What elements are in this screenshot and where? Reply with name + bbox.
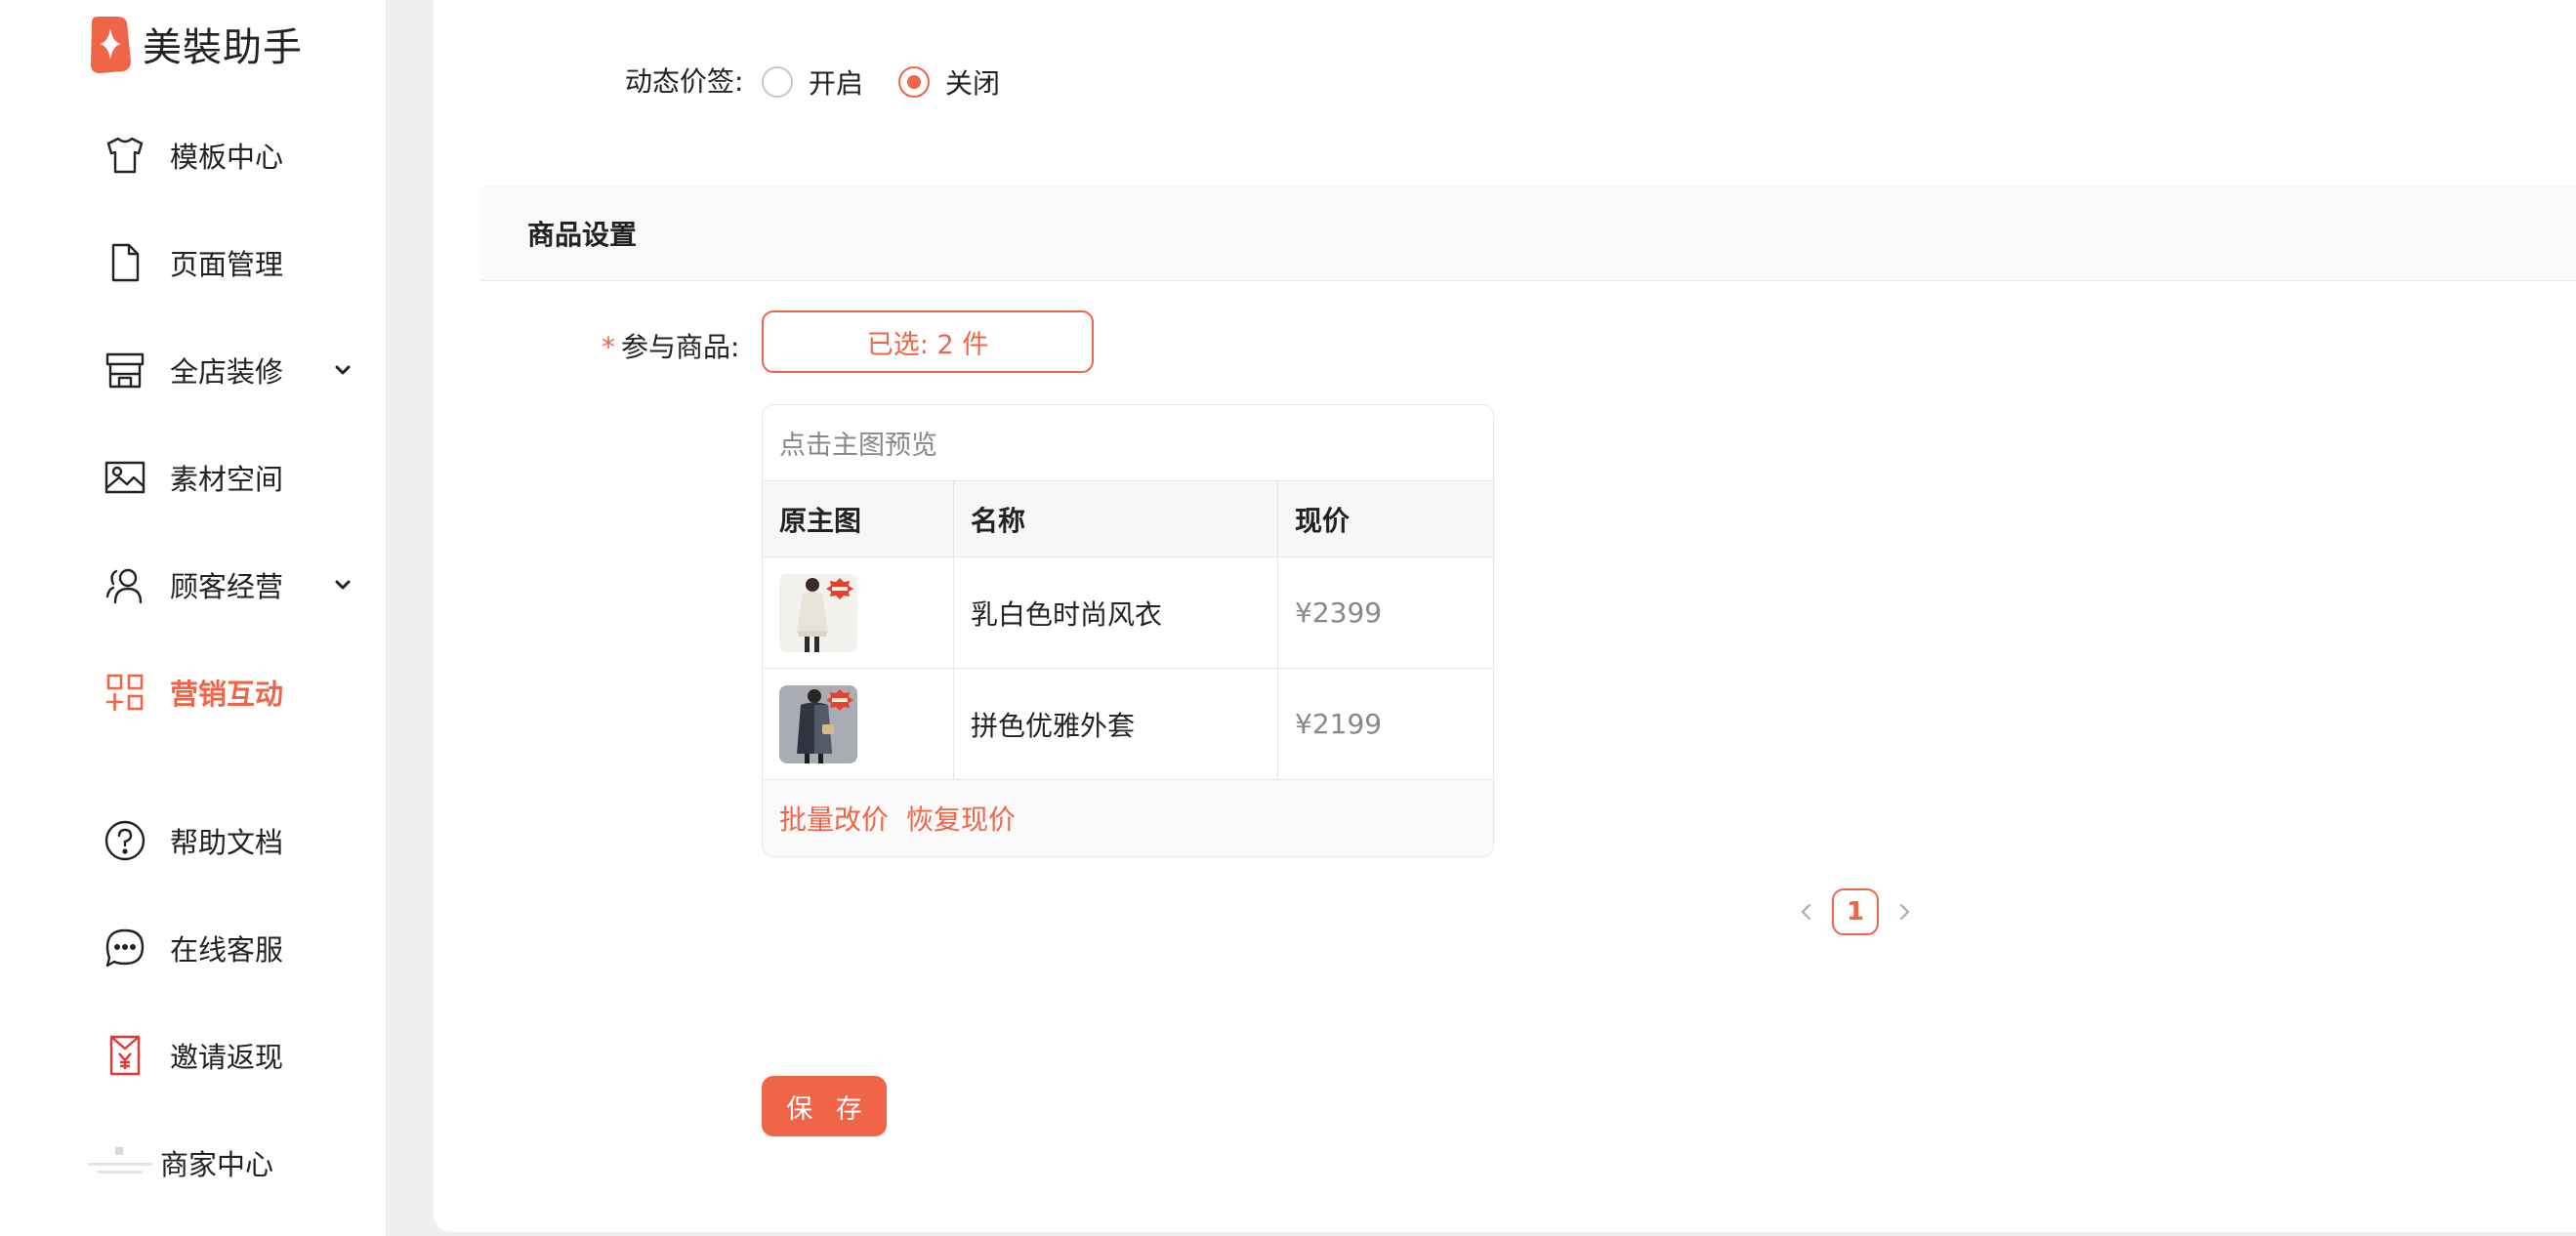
goods-price: ¥2399 (1295, 597, 1383, 629)
dynamic-price-label: 动态价签: (625, 65, 744, 98)
chevron-left-icon (1801, 904, 1810, 920)
image-icon (100, 452, 150, 503)
sidebar-item-label: 模板中心 (170, 141, 284, 174)
brand-logo[interactable]: 美裝助手 (86, 10, 303, 78)
thumb-cell (763, 669, 954, 779)
sidebar-item-help-docs[interactable]: 帮助文档 (100, 806, 363, 875)
required-mark: * (602, 331, 615, 363)
sidebar-item-label: 邀请返现 (170, 1041, 284, 1074)
prev-page-button[interactable] (1793, 898, 1820, 926)
grid-plus-icon (100, 667, 150, 718)
radio-off-label: 关闭 (945, 67, 1001, 100)
sidebar-item-label: 帮助文档 (170, 826, 284, 859)
thumb-cell (763, 557, 954, 668)
table-header-row: 原主图 名称 现价 (763, 481, 1493, 557)
page-number-current[interactable]: 1 (1832, 888, 1879, 935)
section-header: 商品设置 (480, 185, 2576, 281)
goods-table: 点击主图预览 原主图 名称 现价 乳白色时尚风衣 ¥2399 拼色优雅外套 ¥2… (762, 404, 1494, 857)
sidebar-item-page-management[interactable]: 页面管理 (100, 228, 363, 297)
goods-label: * 参与商品: (602, 326, 739, 365)
brand-name: 美裝助手 (143, 25, 303, 70)
store-icon (100, 345, 150, 395)
brand-logo-icon (91, 17, 131, 73)
sidebar-item-label: 顾客经营 (170, 570, 284, 603)
users-icon (100, 559, 150, 610)
chevron-right-icon (1900, 904, 1910, 920)
next-page-button[interactable] (1890, 898, 1918, 926)
sidebar-item-online-service[interactable]: 在线客服 (100, 914, 363, 982)
radio-on-label: 开启 (809, 67, 864, 100)
radio-off[interactable]: 关闭 (898, 62, 1000, 102)
selected-goods-button[interactable]: 已选: 2 件 (762, 310, 1094, 373)
chevron-down-icon[interactable] (330, 572, 355, 597)
preview-hint: 点击主图预览 (763, 405, 1493, 481)
help-icon (100, 815, 150, 866)
batch-edit-price-link[interactable]: 批量改价 (779, 799, 889, 838)
radio-circle-checked[interactable] (898, 66, 931, 98)
goods-name: 拼色优雅外套 (954, 669, 1278, 779)
goods-price: ¥2199 (1295, 708, 1383, 740)
column-header: 名称 (954, 481, 1278, 556)
document-icon (100, 237, 150, 288)
table-row: 乳白色时尚风衣 ¥2399 (763, 557, 1493, 669)
chevron-down-icon[interactable] (330, 357, 355, 383)
goods-label-text: 参与商品: (621, 331, 740, 363)
sidebar-item-label: 素材空间 (170, 463, 284, 496)
sidebar-item-label: 全店装修 (170, 355, 284, 389)
tshirt-icon (100, 130, 150, 181)
sidebar-item-merchant-center[interactable]: 商家中心 (88, 1129, 363, 1197)
sidebar-item-customer-ops[interactable]: 顾客经营 (100, 551, 363, 619)
color-block-coat-image[interactable] (779, 684, 857, 763)
sidebar-item-asset-space[interactable]: 素材空间 (100, 443, 363, 512)
sidebar: 美裝助手 模板中心 页面管理 全店装修 素材空间 顾客经营 营销互动 帮助文档 … (0, 0, 386, 1236)
pagination: 1 (1793, 888, 1918, 935)
sidebar-item-label: 营销互动 (170, 678, 284, 711)
restore-price-link[interactable]: 恢复现价 (906, 799, 1016, 838)
chat-icon (100, 923, 150, 973)
column-header: 原主图 (763, 481, 954, 556)
main-content: 动态价签: 开启 关闭 商品设置 * 参与商品: 已选: 2 件 点击主图预览 原… (434, 0, 2576, 1232)
save-button[interactable]: 保 存 (762, 1076, 887, 1136)
merchant-qr-icon (86, 1137, 154, 1188)
table-footer: 批量改价 恢复现价 (763, 780, 1493, 856)
column-header: 现价 (1295, 504, 1350, 537)
sidebar-item-label: 页面管理 (170, 248, 284, 281)
dynamic-price-radio-group: 开启 关闭 (762, 62, 1035, 102)
sidebar-item-marketing[interactable]: 营销互动 (100, 658, 363, 726)
sidebar-item-invite-cashback[interactable]: 邀请返现 (100, 1021, 363, 1090)
sidebar-item-label: 商家中心 (160, 1148, 274, 1181)
sidebar-item-template-center[interactable]: 模板中心 (100, 121, 363, 189)
table-row: 拼色优雅外套 ¥2199 (763, 669, 1493, 780)
cream-trench-coat-image[interactable] (779, 573, 857, 652)
goods-name: 乳白色时尚风衣 (954, 557, 1278, 668)
sidebar-item-label: 在线客服 (170, 933, 284, 967)
section-title: 商品设置 (527, 218, 638, 251)
red-envelope-icon (100, 1030, 150, 1081)
sidebar-item-store-decoration[interactable]: 全店装修 (100, 336, 363, 404)
radio-circle[interactable] (762, 66, 793, 98)
radio-on[interactable]: 开启 (762, 62, 863, 102)
